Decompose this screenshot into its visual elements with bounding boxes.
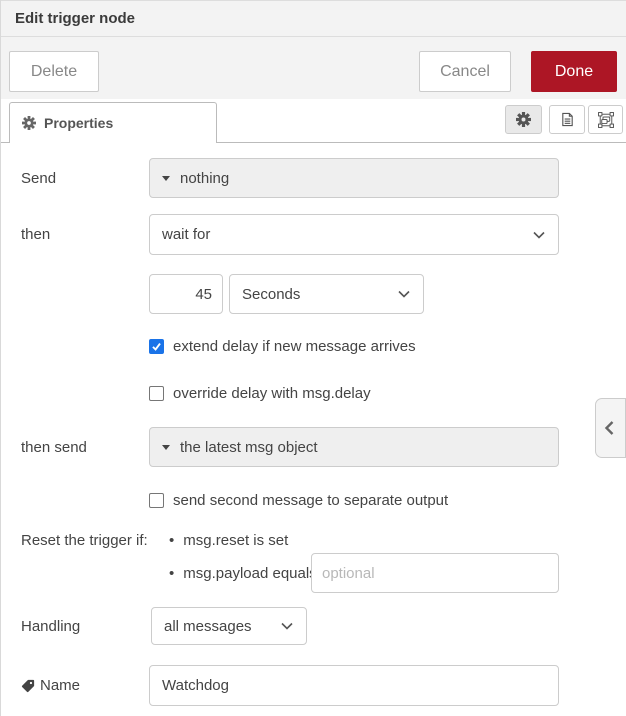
second-output-label: send second message to separate output bbox=[173, 492, 448, 509]
then-send-value: the latest msg object bbox=[180, 439, 318, 456]
dialog-header: Edit trigger node bbox=[1, 0, 626, 37]
then-row: then wait for bbox=[1, 214, 626, 255]
second-output-row: send second message to separate output bbox=[1, 490, 626, 510]
send-label: Send bbox=[21, 170, 56, 187]
caret-down-icon bbox=[162, 176, 170, 181]
then-select[interactable]: wait for bbox=[149, 214, 559, 255]
reset-trigger-row: Reset the trigger if: msg.reset is set bbox=[1, 530, 626, 550]
second-output-checkbox[interactable]: send second message to separate output bbox=[149, 492, 448, 509]
then-select-value: wait for bbox=[162, 226, 210, 243]
appearance-section-button[interactable] bbox=[588, 105, 623, 134]
then-label: then bbox=[21, 226, 50, 243]
cancel-button[interactable]: Cancel bbox=[419, 51, 511, 92]
handling-label: Handling bbox=[21, 618, 80, 635]
sidebar-collapse-toggle[interactable] bbox=[595, 398, 626, 458]
send-row: Send nothing bbox=[1, 158, 626, 198]
done-button[interactable]: Done bbox=[531, 51, 617, 92]
extend-delay-checkbox[interactable]: extend delay if new message arrives bbox=[149, 338, 416, 355]
duration-input[interactable] bbox=[149, 274, 223, 314]
checkbox-icon bbox=[149, 339, 164, 354]
tab-properties[interactable]: Properties bbox=[9, 102, 217, 143]
gear-icon bbox=[22, 116, 36, 130]
name-label: Name bbox=[40, 677, 80, 694]
name-input[interactable] bbox=[149, 665, 559, 706]
override-delay-checkbox[interactable]: override delay with msg.delay bbox=[149, 385, 371, 402]
extend-delay-row: extend delay if new message arrives bbox=[1, 336, 626, 356]
then-send-value-combo[interactable]: the latest msg object bbox=[149, 427, 559, 467]
duration-units-value: Seconds bbox=[242, 286, 300, 303]
send-value: nothing bbox=[180, 170, 229, 187]
edit-trigger-node-dialog: Edit trigger node Delete Cancel Done bbox=[0, 0, 626, 716]
reset-payload-row: msg.payload equals bbox=[1, 553, 626, 593]
reset-trigger-label: Reset the trigger if: bbox=[21, 532, 148, 549]
handling-row: Handling all messages bbox=[1, 607, 626, 645]
description-icon bbox=[560, 112, 575, 127]
tab-properties-label: Properties bbox=[44, 115, 113, 131]
reset-condition-msg-reset: msg.reset is set bbox=[169, 532, 288, 549]
properties-section-button[interactable] bbox=[505, 105, 542, 134]
send-value-combo[interactable]: nothing bbox=[149, 158, 559, 198]
reset-condition-msg-payload: msg.payload equals bbox=[169, 565, 317, 582]
chevron-down-icon bbox=[281, 622, 293, 630]
chevron-down-icon bbox=[398, 290, 410, 298]
name-row: Name bbox=[1, 665, 626, 706]
tag-icon bbox=[21, 679, 35, 693]
appearance-icon bbox=[598, 112, 614, 128]
dialog-title: Edit trigger node bbox=[1, 10, 135, 27]
gear-icon bbox=[516, 112, 531, 127]
name-label-group: Name bbox=[21, 677, 80, 694]
dialog-toolbar: Delete Cancel Done bbox=[1, 37, 626, 99]
checkbox-icon bbox=[149, 493, 164, 508]
override-delay-row: override delay with msg.delay bbox=[1, 383, 626, 403]
handling-select[interactable]: all messages bbox=[151, 607, 307, 645]
chevron-left-icon bbox=[604, 420, 614, 436]
duration-units-select[interactable]: Seconds bbox=[229, 274, 424, 314]
handling-select-value: all messages bbox=[164, 618, 252, 635]
delete-button[interactable]: Delete bbox=[9, 51, 99, 92]
then-send-label: then send bbox=[21, 439, 87, 456]
editor-tabbar: Properties bbox=[1, 99, 626, 143]
caret-down-icon bbox=[162, 445, 170, 450]
extend-delay-label: extend delay if new message arrives bbox=[173, 338, 416, 355]
override-delay-label: override delay with msg.delay bbox=[173, 385, 371, 402]
then-send-row: then send the latest msg object bbox=[1, 427, 626, 467]
description-section-button[interactable] bbox=[549, 105, 585, 134]
chevron-down-icon bbox=[533, 231, 545, 239]
payload-equals-input[interactable] bbox=[311, 553, 559, 593]
duration-row: Seconds bbox=[1, 274, 626, 314]
checkbox-icon bbox=[149, 386, 164, 401]
